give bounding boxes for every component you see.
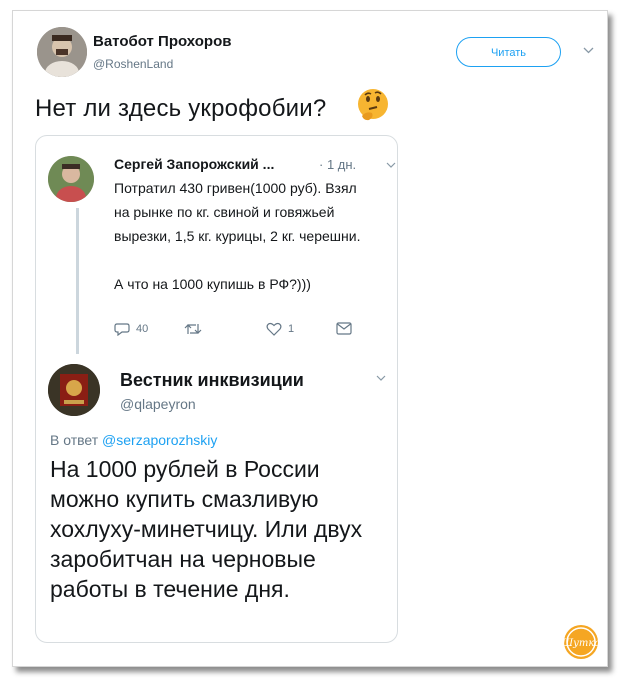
direct-message-action[interactable]: [336, 322, 352, 335]
reply-author-handle[interactable]: @qlapeyron: [120, 396, 196, 412]
chevron-down-icon[interactable]: [583, 45, 594, 57]
reply-mention-link[interactable]: @serzaporozhskiy: [102, 432, 217, 448]
heart-icon: [266, 322, 282, 336]
like-action[interactable]: 1: [266, 322, 294, 336]
thinking-face-icon: [355, 87, 391, 123]
retweet-action[interactable]: [184, 322, 202, 336]
watermark-logo: Шутка: [561, 624, 600, 660]
author-avatar[interactable]: [37, 27, 87, 77]
follow-button[interactable]: Читать: [456, 37, 561, 67]
quoted-author-name[interactable]: Сергей Запорожский ...: [114, 156, 274, 172]
envelope-icon: [336, 322, 352, 335]
tweet-text: Нет ли здесь укрофобии?: [35, 95, 327, 122]
reply-prefix: В ответ: [50, 432, 99, 448]
quoted-timestamp[interactable]: · 1 дн.: [319, 157, 356, 172]
quoted-thread[interactable]: Сергей Запорожский ... · 1 дн. Потратил …: [35, 135, 398, 643]
reply-count: 40: [136, 323, 149, 335]
quoted-tweet-text: Потратил 430 гривен(1000 руб). Взял на р…: [114, 180, 361, 292]
author-name[interactable]: Ватобот Прохоров: [93, 33, 231, 50]
quoted-author-avatar[interactable]: [48, 156, 94, 202]
chevron-down-icon[interactable]: [376, 372, 386, 384]
reply-tweet-text: На 1000 рублей в России можно купить сма…: [50, 456, 363, 602]
reply-author-name[interactable]: Вестник инквизиции: [120, 370, 304, 391]
svg-text:Шутка: Шутка: [563, 638, 599, 649]
tweet-card: Ватобот Прохоров @RoshenLand Читать Нет …: [12, 10, 608, 667]
reply-action[interactable]: 40: [114, 322, 148, 336]
retweet-icon: [184, 324, 202, 334]
author-handle[interactable]: @RoshenLand: [93, 57, 173, 71]
chevron-down-icon[interactable]: [386, 159, 396, 171]
like-count: 1: [288, 323, 295, 335]
reply-icon: [114, 323, 130, 336]
thread-connector-line: [76, 208, 79, 354]
reply-author-avatar[interactable]: [48, 364, 100, 416]
reply-context: В ответ @serzaporozhskiy: [50, 432, 217, 448]
